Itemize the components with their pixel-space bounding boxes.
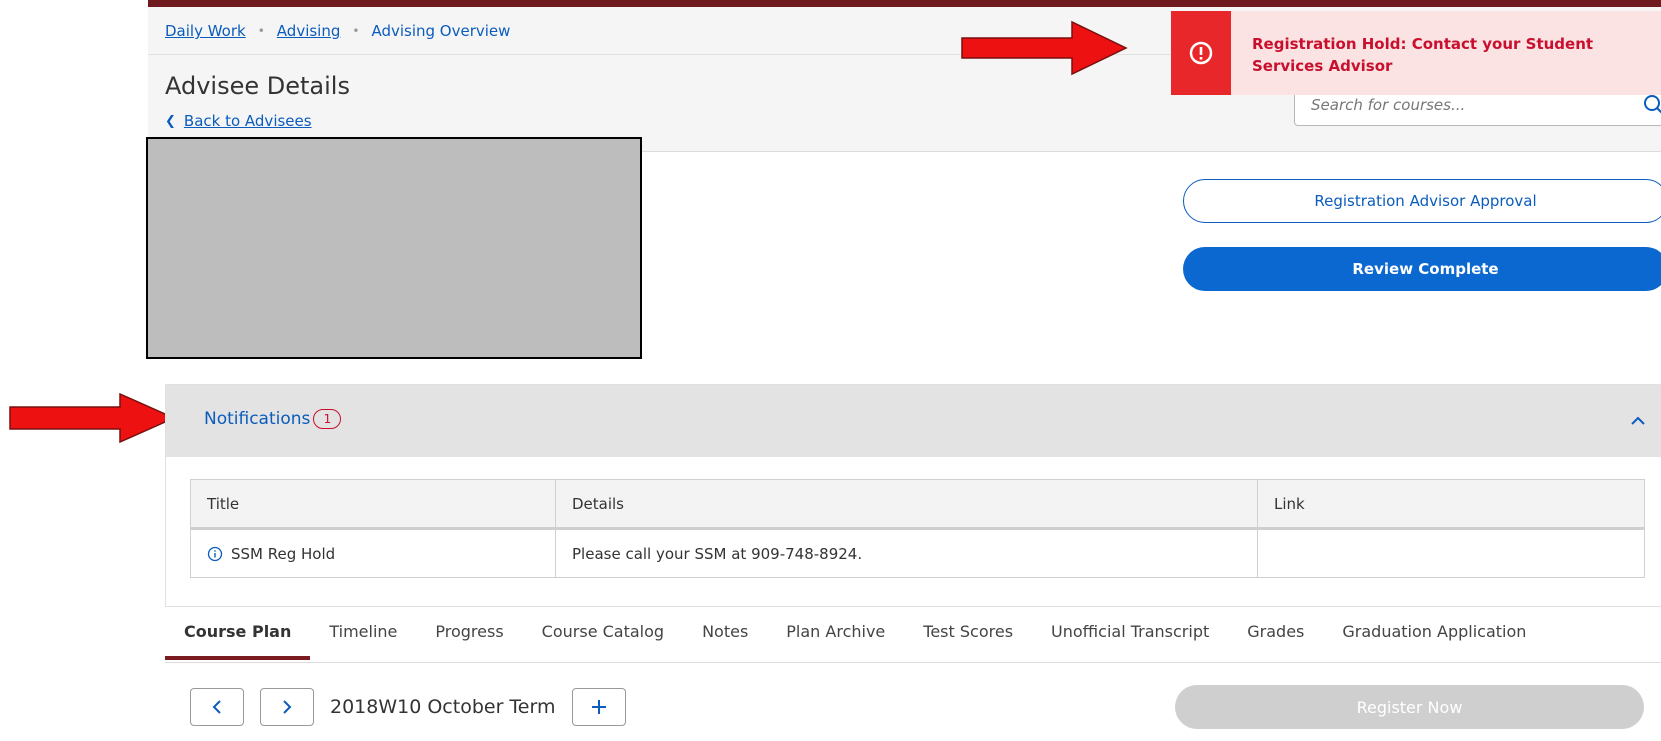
notifications-title[interactable]: Notifications 1	[204, 409, 342, 429]
tab-unofficial-transcript[interactable]: Unofficial Transcript	[1032, 608, 1228, 660]
back-link-label[interactable]: Back to Advisees	[184, 112, 312, 130]
tab-course-catalog[interactable]: Course Catalog	[523, 608, 683, 660]
column-header-title: Title	[190, 479, 556, 530]
registration-advisor-approval-button[interactable]: Registration Advisor Approval	[1183, 179, 1661, 223]
breadcrumb-separator: •	[257, 24, 265, 38]
notifications-header[interactable]: Notifications 1	[166, 385, 1661, 457]
redacted-student-info	[146, 137, 642, 359]
chevron-up-icon[interactable]	[1626, 409, 1650, 433]
add-term-button[interactable]	[571, 688, 626, 726]
notification-count-badge: 1	[313, 409, 342, 429]
tab-timeline[interactable]: Timeline	[310, 608, 416, 660]
register-now-button[interactable]: Register Now	[1175, 685, 1644, 729]
next-term-button[interactable]	[260, 688, 314, 726]
notifications-label: Notifications	[204, 409, 311, 429]
tab-course-plan[interactable]: Course Plan	[165, 608, 311, 660]
annotation-arrow-icon	[9, 392, 176, 444]
tab-progress[interactable]: Progress	[416, 608, 522, 660]
notification-link	[1257, 528, 1645, 578]
column-header-link: Link	[1257, 479, 1645, 530]
chevron-left-icon: ❮	[165, 113, 176, 129]
term-navigation: 2018W10 October Term	[190, 688, 626, 726]
search-icon[interactable]	[1641, 92, 1661, 118]
chevron-left-icon	[212, 700, 221, 714]
breadcrumb-separator: •	[352, 24, 360, 38]
info-icon[interactable]	[207, 546, 223, 562]
tab-plan-archive[interactable]: Plan Archive	[767, 608, 904, 660]
alert-exclamation-icon	[1189, 41, 1213, 65]
plus-icon	[591, 700, 606, 714]
tab-notes[interactable]: Notes	[683, 608, 767, 660]
search-input[interactable]	[1309, 95, 1633, 115]
page-title: Advisee Details	[165, 72, 350, 100]
table-row: SSM Reg Hold Please call your SSM at 909…	[190, 528, 1645, 578]
notification-details: Please call your SSM at 909-748-8924.	[555, 528, 1258, 578]
advisee-tabs: Course Plan Timeline Progress Course Cat…	[165, 608, 1661, 663]
alert-icon-area	[1171, 11, 1231, 95]
chevron-right-icon	[283, 700, 292, 714]
registration-hold-alert: Registration Hold: Contact your Student …	[1171, 11, 1661, 95]
notifications-panel: Notifications 1 Title Details Link SSM R…	[165, 384, 1661, 607]
alert-message: Registration Hold: Contact your Student …	[1252, 35, 1594, 75]
term-label: 2018W10 October Term	[330, 696, 556, 718]
breadcrumb: Daily Work • Advising • Advising Overvie…	[165, 22, 510, 40]
tab-graduation-application[interactable]: Graduation Application	[1323, 608, 1545, 660]
notifications-table: Title Details Link SSM Reg Hold Please c…	[190, 479, 1645, 578]
breadcrumb-advising[interactable]: Advising	[277, 22, 341, 40]
annotation-arrow-icon	[961, 20, 1128, 76]
tab-grades[interactable]: Grades	[1228, 608, 1323, 660]
column-header-details: Details	[555, 479, 1258, 530]
notification-title: SSM Reg Hold	[231, 544, 336, 563]
breadcrumb-daily-work[interactable]: Daily Work	[165, 22, 246, 40]
notification-title-cell: SSM Reg Hold	[190, 528, 556, 578]
breadcrumb-current: Advising Overview	[371, 22, 511, 40]
tab-test-scores[interactable]: Test Scores	[904, 608, 1032, 660]
top-border	[148, 0, 1661, 7]
back-to-advisees[interactable]: ❮ Back to Advisees	[165, 112, 312, 130]
review-complete-button[interactable]: Review Complete	[1183, 247, 1661, 291]
table-header-row: Title Details Link	[190, 479, 1645, 530]
previous-term-button[interactable]	[190, 688, 244, 726]
